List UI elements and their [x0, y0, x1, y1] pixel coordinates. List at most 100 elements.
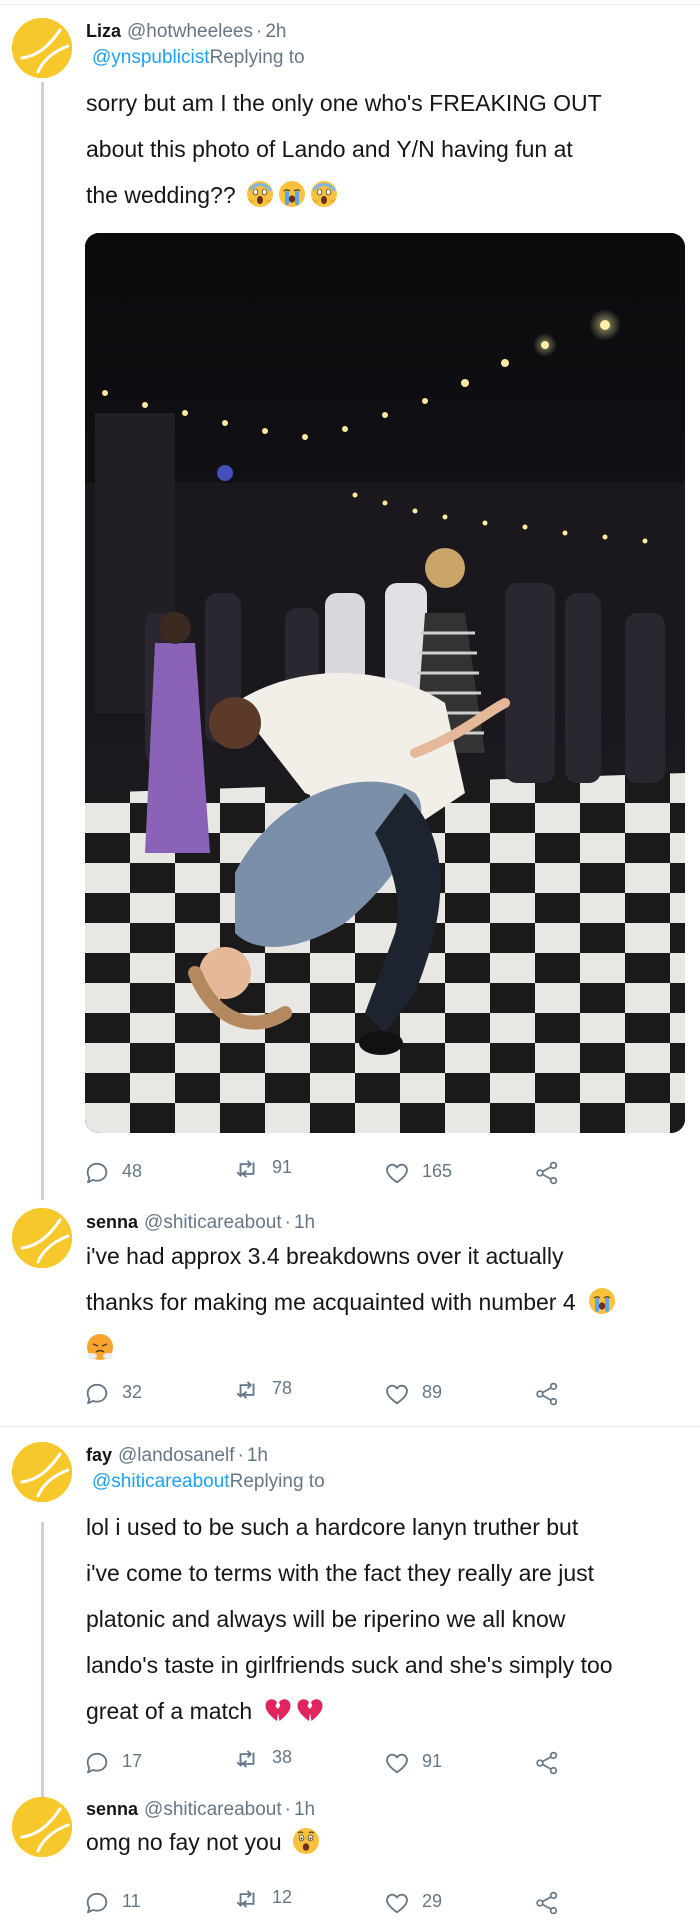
tennis-ball-avatar-icon: [12, 1797, 72, 1857]
display-name[interactable]: Liza: [86, 21, 121, 41]
like-button[interactable]: 29: [384, 1889, 442, 1917]
tweet-actions: 17 38 91: [84, 1747, 624, 1777]
tweet-text: i've had approx 3.4 breakdowns over it a…: [86, 1233, 686, 1371]
reply-icon: [84, 1890, 110, 1916]
tweet-header: senna @shiticareabout · 1h: [86, 1212, 315, 1234]
retweet-icon: [234, 1377, 260, 1403]
reply-to-handle[interactable]: @shiticareabout: [92, 1471, 230, 1492]
tweet-text-segment: thanks for making me acquainted with num…: [86, 1289, 576, 1315]
separator-dot: ·: [284, 1799, 291, 1820]
user-handle[interactable]: @shiticareabout: [144, 1212, 282, 1233]
display-name[interactable]: senna: [86, 1212, 138, 1232]
retweet-button[interactable]: 78: [234, 1376, 292, 1404]
share-button[interactable]: [534, 1889, 572, 1917]
separator-dot: ·: [237, 1445, 244, 1466]
retweet-count: 78: [272, 1377, 293, 1398]
crying-face-emoji: [278, 180, 306, 208]
steaming-face-emoji: [86, 1333, 114, 1361]
share-icon: [534, 1160, 560, 1186]
share-icon: [534, 1750, 560, 1776]
tweet-text-line: lando's taste in girlfriends suck and sh…: [86, 1652, 613, 1678]
tennis-ball-avatar-icon: [12, 1442, 72, 1502]
reply-icon: [84, 1381, 110, 1407]
avatar[interactable]: [12, 1208, 72, 1268]
like-button[interactable]: 89: [384, 1380, 442, 1408]
crying-face-emoji: [588, 1287, 616, 1315]
heart-icon: [384, 1890, 410, 1916]
tweet-text: sorry but am I the only one who's FREAKI…: [86, 80, 686, 218]
reply-button[interactable]: 32: [84, 1380, 142, 1408]
retweet-button[interactable]: 38: [234, 1745, 292, 1773]
replying-to-label: Replying to: [209, 47, 305, 68]
like-count: 89: [422, 1381, 443, 1402]
replying-to-label: Replying to: [229, 1471, 325, 1492]
retweet-count: 38: [272, 1746, 293, 1767]
retweet-button[interactable]: 12: [234, 1885, 292, 1913]
tweet-text: omg no fay not you: [86, 1819, 686, 1865]
like-count: 165: [422, 1160, 453, 1181]
tweet-text-line: sorry but am I the only one who's FREAKI…: [86, 90, 602, 116]
tweet-text-line: i've come to terms with the fact they re…: [86, 1560, 595, 1586]
tweet-header: fay @landosanelf · 1h: [86, 1445, 268, 1467]
reply-icon: [84, 1750, 110, 1776]
tweet-2[interactable]: senna @shiticareabout · 1h i've had approx …: [0, 1200, 700, 1426]
avatar[interactable]: [12, 1797, 72, 1857]
reply-button[interactable]: 17: [84, 1749, 142, 1777]
reply-count: 32: [122, 1381, 143, 1402]
tweet-time[interactable]: 1h: [294, 1212, 315, 1233]
tweet-text-line: omg no fay not you: [86, 1819, 686, 1865]
tennis-ball-avatar-icon: [12, 1208, 72, 1268]
share-button[interactable]: [534, 1749, 572, 1777]
tweet-time[interactable]: 2h: [265, 21, 286, 42]
retweet-icon: [234, 1156, 260, 1182]
retweet-icon: [234, 1886, 260, 1912]
like-count: 91: [422, 1750, 443, 1771]
reply-button[interactable]: 48: [84, 1159, 142, 1187]
reply-to-handle[interactable]: @ynspublicist: [92, 47, 210, 68]
broken-heart-emoji: [296, 1696, 324, 1724]
like-button[interactable]: 91: [384, 1749, 442, 1777]
screaming-face-emoji: [246, 180, 274, 208]
user-handle[interactable]: @landosanelf: [118, 1445, 234, 1466]
display-name[interactable]: fay: [86, 1445, 112, 1465]
tweet-text-segment: the wedding??: [86, 182, 236, 208]
tweet-time[interactable]: 1h: [247, 1445, 268, 1466]
retweet-icon: [234, 1746, 260, 1772]
replying-to: @ynspublicistReplying to: [92, 47, 305, 69]
reply-count: 11: [122, 1890, 141, 1911]
tweet-text-line: great of a match: [86, 1688, 686, 1734]
user-handle[interactable]: @shiticareabout: [144, 1799, 282, 1820]
heart-icon: [384, 1381, 410, 1407]
share-button[interactable]: [534, 1380, 572, 1408]
tweet-4[interactable]: senna @shiticareabout · 1h omg no fay not y…: [0, 1797, 700, 1920]
tweet-text: lol i used to be such a hardcore lanyn t…: [86, 1504, 686, 1734]
tweet-text-line: thanks for making me acquainted with num…: [86, 1279, 686, 1325]
tweet-header: Liza @hotwheelees · 2h: [86, 21, 286, 43]
share-button[interactable]: [534, 1159, 572, 1187]
tweet-text-line: lol i used to be such a hardcore lanyn t…: [86, 1514, 579, 1540]
retweet-count: 91: [272, 1156, 293, 1177]
like-count: 29: [422, 1890, 443, 1911]
retweet-count: 12: [272, 1886, 293, 1907]
tweet-1[interactable]: Liza @hotwheelees · 2h @ynspublicistReplyin…: [0, 0, 700, 1200]
user-handle[interactable]: @hotwheelees: [127, 21, 253, 42]
avatar[interactable]: [12, 18, 72, 78]
tweet-text-segment: omg no fay not you: [86, 1829, 282, 1855]
heart-icon: [384, 1160, 410, 1186]
reply-button[interactable]: 11: [84, 1889, 141, 1917]
reply-count: 17: [122, 1750, 143, 1771]
tweet-time[interactable]: 1h: [294, 1799, 315, 1820]
share-icon: [534, 1890, 560, 1916]
tweet-text-line: [86, 1325, 686, 1371]
tweet-actions: 32 78 89: [84, 1378, 624, 1408]
tweet-photo[interactable]: [85, 233, 685, 1133]
retweet-button[interactable]: 91: [234, 1155, 292, 1183]
tweet-actions: 11 12 29: [84, 1887, 624, 1917]
like-button[interactable]: 165: [384, 1159, 452, 1187]
tennis-ball-avatar-icon: [12, 18, 72, 78]
avatar[interactable]: [12, 1442, 72, 1502]
tweet-3[interactable]: fay @landosanelf · 1h @shiticareaboutReplyi…: [0, 1427, 700, 1797]
display-name[interactable]: senna: [86, 1799, 138, 1819]
tweet-header: senna @shiticareabout · 1h: [86, 1799, 315, 1821]
tweet-text-segment: great of a match: [86, 1698, 253, 1724]
